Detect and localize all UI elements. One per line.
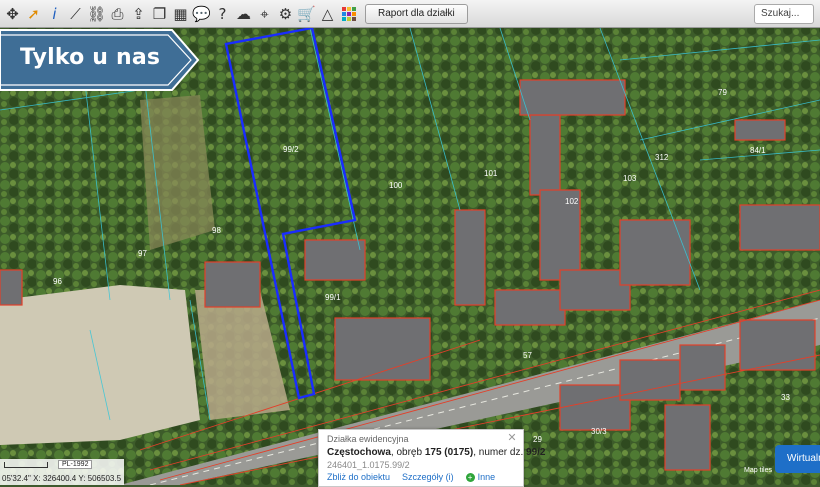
triangle-icon[interactable]: △	[317, 2, 338, 26]
promo-text[interactable]: Tylko u nas	[20, 45, 160, 70]
popup-header: Działka ewidencyjna	[327, 434, 409, 444]
parcel-precinct: 175 (0175)	[424, 447, 474, 458]
y-value: Y: 506503.5	[78, 474, 122, 483]
svg-text:96: 96	[53, 277, 62, 286]
svg-text:29: 29	[533, 435, 542, 444]
svg-text:99/1: 99/1	[325, 293, 341, 302]
measure-line-icon[interactable]: ⟋	[65, 2, 86, 26]
virtual-walk-button[interactable]: Wirtualny	[775, 445, 820, 473]
other-link[interactable]: + Inne	[465, 472, 496, 482]
precinct-prefix: , obręb	[390, 447, 425, 458]
zoom-to-object-link[interactable]: Zbliż do obiektu	[327, 472, 390, 482]
svg-text:97: 97	[138, 249, 147, 258]
svg-text:101: 101	[484, 169, 498, 178]
copy-icon[interactable]: ❐	[149, 2, 170, 26]
svg-text:84/1: 84/1	[750, 146, 766, 155]
svg-text:79: 79	[718, 88, 727, 97]
details-link[interactable]: Szczegóły (i)	[402, 472, 454, 482]
layers-icon[interactable]: ▦	[170, 2, 191, 26]
lon-value: 05'32.4"	[2, 474, 31, 483]
export-icon[interactable]: ⇪	[128, 2, 149, 26]
svg-text:57: 57	[523, 351, 532, 360]
search-input[interactable]: Szukaj...	[754, 4, 814, 24]
x-value: X: 326400.4	[33, 474, 77, 483]
link-icon[interactable]: ⛓	[86, 2, 107, 26]
select-arrow-icon[interactable]: ➚	[23, 2, 44, 26]
plus-icon: +	[465, 473, 475, 482]
colors-icon[interactable]	[338, 2, 359, 26]
settings-icon[interactable]: ⚙	[275, 2, 296, 26]
coordinate-statusbar: PL-1992 05'32.4" X: 326400.4 Y: 506503.5	[0, 459, 124, 485]
cloud-icon[interactable]: ☁	[233, 2, 254, 26]
scale-bar	[4, 462, 48, 468]
popup-links: Zbliż do obiektu Szczegóły (i) + Inne	[327, 472, 495, 482]
svg-text:103: 103	[623, 174, 637, 183]
other-link-label: Inne	[477, 472, 496, 482]
map-tiles-attribution[interactable]: Map tiles	[744, 467, 772, 474]
parcel-number: 99/2	[526, 447, 546, 458]
crs-select[interactable]: PL-1992	[58, 460, 93, 469]
number-prefix: , numer dz.	[473, 447, 527, 458]
coordinates-readout: 05'32.4" X: 326400.4 Y: 506503.5	[2, 474, 121, 483]
svg-text:98: 98	[212, 226, 221, 235]
parcel-summary: Częstochowa, obręb 175 (0175), numer dz.…	[327, 447, 545, 458]
svg-text:30/3: 30/3	[591, 427, 607, 436]
svg-text:102: 102	[565, 197, 579, 206]
pan-icon[interactable]: ✥	[2, 2, 23, 26]
svg-text:312: 312	[655, 153, 669, 162]
info-icon[interactable]: i	[44, 2, 65, 26]
close-icon[interactable]: ✕	[507, 433, 517, 444]
parcel-city: Częstochowa	[327, 447, 391, 458]
svg-text:99/2: 99/2	[283, 145, 299, 154]
comment-icon[interactable]: 💬	[191, 2, 212, 26]
locate-icon[interactable]: ⌖	[254, 2, 275, 26]
print-icon[interactable]: ⎙	[107, 2, 128, 26]
svg-text:100: 100	[389, 181, 403, 190]
svg-text:33: 33	[781, 393, 790, 402]
help-icon[interactable]: ?	[212, 2, 233, 26]
cart-icon[interactable]: 🛒	[296, 2, 317, 26]
parcel-identifier: 246401_1.0175.99/2	[327, 460, 410, 470]
report-parcel-button[interactable]: Raport dla działki	[365, 3, 468, 24]
map-toolbar: ✥ ➚ i ⟋ ⛓ ⎙ ⇪ ❐ ▦ 💬 ? ☁ ⌖ ⚙ 🛒 △ Raport d…	[0, 0, 820, 28]
parcel-info-popup: Działka ewidencyjna ✕ Częstochowa, obręb…	[318, 429, 545, 487]
